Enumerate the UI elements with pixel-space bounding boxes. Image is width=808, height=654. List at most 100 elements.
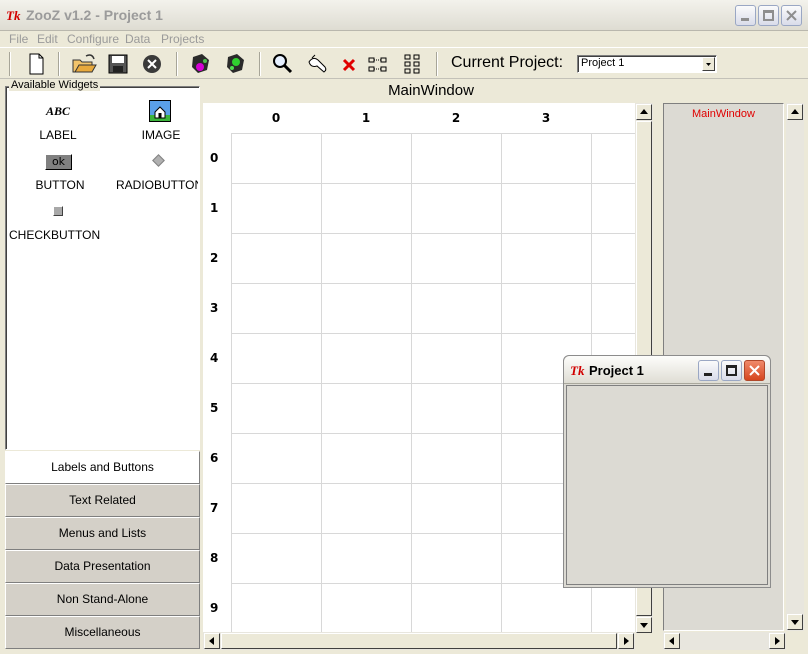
toolbar-separator	[436, 52, 438, 76]
abc-text-icon: ABC	[46, 104, 71, 118]
open-button[interactable]	[70, 50, 98, 78]
configure-tool-button[interactable]	[303, 50, 331, 78]
paint-button-1[interactable]	[187, 50, 215, 78]
arrow-left-icon	[209, 637, 214, 645]
minimize-button[interactable]	[735, 5, 756, 26]
row-header: 4	[210, 351, 219, 365]
minimize-icon	[704, 373, 712, 376]
toolbar-separator	[58, 52, 60, 76]
row-header: 7	[210, 501, 219, 515]
tree-root-mainwindow[interactable]: MainWindow	[664, 108, 783, 120]
widget-button[interactable]: ok BUTTON	[32, 153, 88, 195]
toolbar-separator	[9, 52, 11, 76]
widget-checkbutton[interactable]: CHECKBUTTON	[9, 203, 109, 245]
widget-label-text: LABEL	[39, 128, 77, 142]
toolbar: Current Project: Project 1	[0, 47, 808, 79]
new-file-icon	[29, 53, 44, 75]
project-window-title: Project 1	[589, 363, 644, 378]
tk-logo-icon: Tk	[570, 363, 585, 378]
scroll-right-button[interactable]	[769, 633, 785, 649]
toolbar-separator	[176, 52, 178, 76]
scroll-up-button[interactable]	[787, 104, 803, 120]
new-file-button[interactable]	[22, 50, 50, 78]
chevron-down-icon	[706, 63, 711, 66]
grid-layout-button-1[interactable]	[364, 50, 392, 78]
category-miscellaneous[interactable]: Miscellaneous	[5, 616, 200, 649]
menu-edit[interactable]: Edit	[37, 32, 58, 46]
row-header: 5	[210, 401, 219, 415]
column-header: 3	[541, 111, 551, 125]
close-icon	[786, 10, 797, 21]
paint-icon-1	[192, 54, 209, 73]
wrench-hand-icon	[308, 54, 327, 73]
menu-file[interactable]: File	[9, 32, 28, 46]
available-widgets-title: Available Widgets	[9, 79, 101, 91]
window-title: ZooZ v1.2 - Project 1	[26, 7, 163, 23]
category-labels-and-buttons[interactable]: Labels and Buttons	[5, 451, 200, 484]
row-header: 1	[210, 201, 219, 215]
menu-bar: File Edit Configure Data Projects	[0, 31, 808, 47]
current-project-value: Project 1	[581, 57, 625, 69]
current-project-select[interactable]: Project 1	[577, 55, 717, 73]
available-widgets-panel: ABC LABEL IMAGE ok BUTTON RADIOBUTTON CH…	[5, 86, 200, 450]
project-window-body	[566, 385, 768, 585]
widget-label[interactable]: ABC LABEL	[36, 101, 80, 151]
toolbar-separator	[259, 52, 261, 76]
delete-x-icon	[342, 58, 356, 72]
row-header: 9	[210, 601, 219, 615]
close-button[interactable]	[781, 5, 802, 26]
widget-button-text: BUTTON	[35, 178, 85, 192]
scroll-down-button[interactable]	[636, 617, 652, 633]
arrow-down-icon	[791, 620, 799, 625]
close-icon	[749, 365, 760, 376]
arrow-right-icon	[624, 637, 629, 645]
widget-checkbutton-text: CHECKBUTTON	[9, 228, 101, 242]
check-square-icon	[53, 206, 63, 216]
dropdown-button[interactable]	[702, 57, 715, 71]
category-data-presentation[interactable]: Data Presentation	[5, 550, 200, 583]
category-text-related[interactable]: Text Related	[5, 484, 200, 517]
project-window-title-bar[interactable]: Tk Project 1	[564, 356, 770, 384]
paint-button-2[interactable]	[222, 50, 250, 78]
column-header: 1	[361, 111, 371, 125]
widget-image-text: IMAGE	[141, 128, 181, 142]
close-project-button[interactable]	[138, 50, 166, 78]
category-menus-and-lists[interactable]: Menus and Lists	[5, 517, 200, 550]
scroll-left-button[interactable]	[664, 633, 680, 649]
maximize-button[interactable]	[758, 5, 779, 26]
column-header: 0	[271, 111, 281, 125]
menu-projects[interactable]: Projects	[161, 32, 204, 46]
delete-button[interactable]	[335, 50, 363, 78]
project-close-button[interactable]	[744, 360, 765, 381]
project-minimize-button[interactable]	[698, 360, 719, 381]
project-maximize-button[interactable]	[721, 360, 742, 381]
scroll-down-button[interactable]	[787, 614, 803, 630]
row-header: 3	[210, 301, 219, 315]
scroll-thumb[interactable]	[221, 633, 617, 649]
row-header: 0	[210, 151, 219, 165]
scroll-left-button[interactable]	[204, 633, 220, 649]
category-non-stand-alone[interactable]: Non Stand-Alone	[5, 583, 200, 616]
widget-image[interactable]: IMAGE	[131, 98, 191, 148]
column-header: 2	[451, 111, 461, 125]
tree-horizontal-scrollbar[interactable]	[663, 632, 786, 650]
scroll-right-button[interactable]	[618, 633, 634, 649]
grid-vertical-icon	[404, 54, 420, 74]
project-preview-window[interactable]: Tk Project 1	[563, 355, 771, 588]
grid-line	[231, 133, 635, 134]
widget-radiobutton-text: RADIOBUTTON	[116, 178, 198, 192]
zoom-button[interactable]	[268, 50, 296, 78]
save-button[interactable]	[104, 50, 132, 78]
menu-data[interactable]: Data	[125, 32, 150, 46]
scroll-up-button[interactable]	[636, 104, 652, 120]
menu-configure[interactable]: Configure	[67, 32, 119, 46]
tk-logo-icon: Tk	[6, 8, 21, 23]
current-project-label: Current Project:	[451, 54, 564, 71]
grid-layout-button-2[interactable]	[398, 50, 426, 78]
widget-radiobutton[interactable]: RADIOBUTTON	[114, 153, 198, 195]
minimize-icon	[741, 18, 749, 21]
paint-icon-2	[227, 54, 244, 73]
main-horizontal-scrollbar[interactable]	[203, 632, 635, 650]
tree-vertical-scrollbar[interactable]	[786, 103, 804, 631]
title-bar: Tk ZooZ v1.2 - Project 1	[0, 0, 808, 31]
